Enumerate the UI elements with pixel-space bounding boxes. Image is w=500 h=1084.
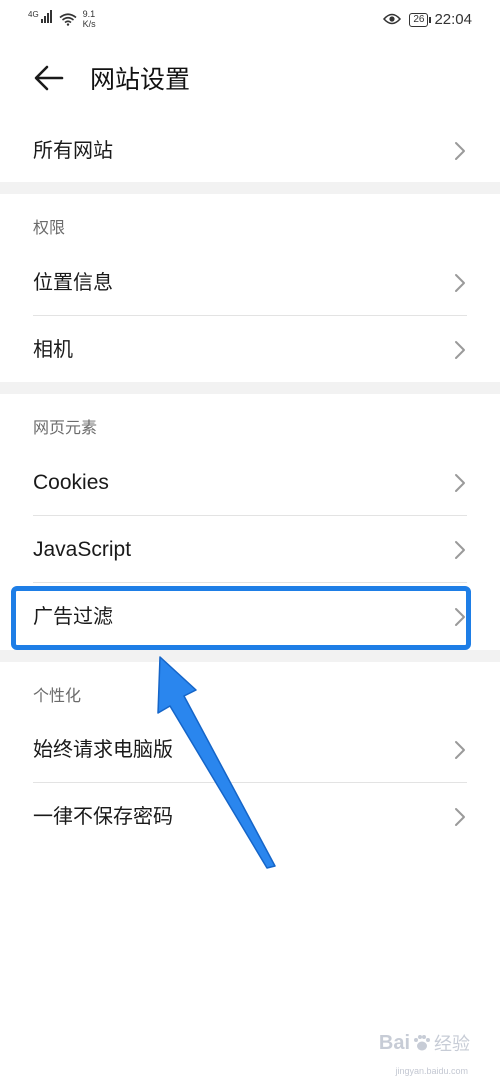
paw-icon (414, 1035, 430, 1051)
watermark-url: jingyan.baidu.com (395, 1066, 468, 1076)
watermark-text: Bai (378, 1031, 410, 1054)
pointer-arrow-icon (157, 656, 276, 869)
watermark-label: 经验 (434, 1034, 470, 1055)
baidu-watermark: Bai 经验 (379, 1030, 470, 1056)
